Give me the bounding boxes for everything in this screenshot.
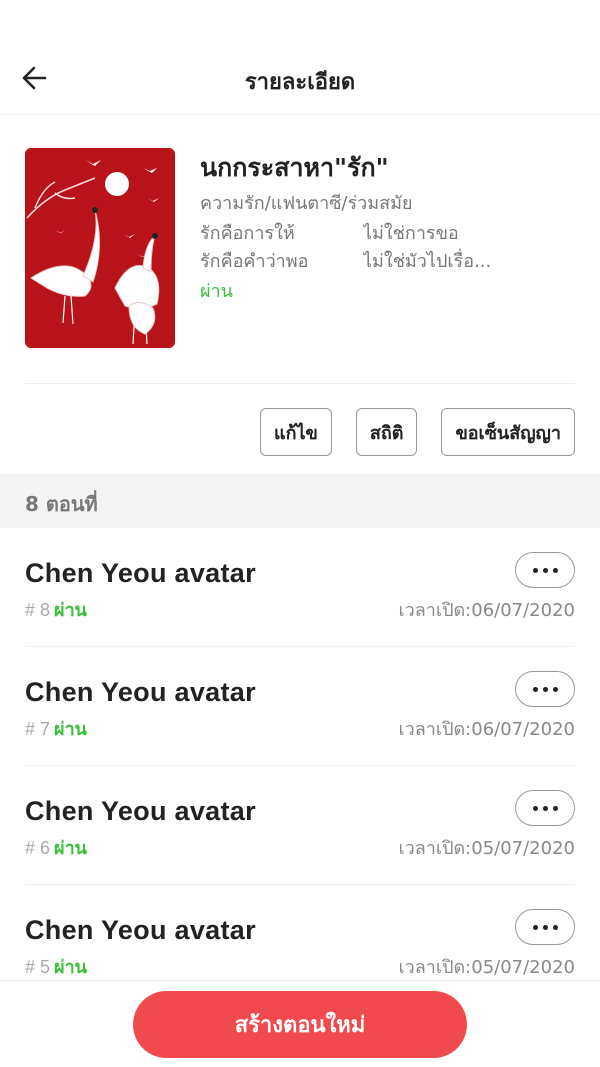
chapter-status: ผ่าน: [54, 600, 87, 621]
chapter-date: เวลาเปิด:05/07/2020: [398, 957, 575, 978]
more-options-button[interactable]: [515, 671, 575, 707]
chapter-meta: # 7 ผ่าน: [25, 714, 87, 743]
edit-button[interactable]: แก้ไข: [260, 408, 332, 456]
more-dots-icon: [542, 567, 548, 573]
chapter-status: ผ่าน: [54, 957, 87, 978]
chapter-meta: # 8 ผ่าน: [25, 595, 87, 624]
chapter-count: 8 ตอนที่: [25, 492, 98, 516]
stats-button[interactable]: สถิติ: [355, 408, 418, 456]
chapter-title: Chen Yeou avatar: [25, 915, 256, 945]
book-status-badge: ผ่าน: [200, 281, 233, 302]
chapter-meta: # 6 ผ่าน: [25, 833, 87, 862]
book-tag: ไม่ใช่การขอ: [363, 223, 459, 244]
chapter-title: Chen Yeou avatar: [25, 558, 256, 588]
chapter-title: Chen Yeou avatar: [25, 796, 256, 826]
book-summary: นกกระสาหา"รัก" ความรัก/แฟนตาซี/ร่วมสมัย …: [25, 148, 575, 348]
chapter-date: เวลาเปิด:06/07/2020: [398, 719, 575, 740]
more-dots-icon: [532, 567, 538, 573]
more-options-button[interactable]: [515, 790, 575, 826]
more-dots-icon: [532, 924, 538, 930]
crane-artwork-icon: [25, 148, 175, 348]
chapter-date: เวลาเปิด:06/07/2020: [398, 600, 575, 621]
chapter-status: ผ่าน: [54, 719, 87, 740]
header-bar: รายละเอียด: [0, 40, 600, 115]
book-tag: รักคือคำว่าพอ: [200, 251, 309, 272]
chapter-status: ผ่าน: [54, 838, 87, 859]
chapter-number: # 5: [25, 957, 51, 977]
divider: [25, 383, 575, 384]
more-dots-icon: [542, 924, 548, 930]
book-title: นกกระสาหา"รัก": [200, 153, 389, 182]
chapter-meta: # 5 ผ่าน: [25, 952, 87, 981]
chapter-number: # 8: [25, 600, 51, 620]
more-dots-icon: [542, 686, 548, 692]
book-info: นกกระสาหา"รัก" ความรัก/แฟนตาซี/ร่วมสมัย …: [200, 150, 575, 306]
more-dots-icon: [542, 805, 548, 811]
more-dots-icon: [552, 924, 558, 930]
book-cover-image[interactable]: [25, 148, 175, 348]
chapter-number: # 6: [25, 838, 51, 858]
create-chapter-button[interactable]: สร้างตอนใหม่: [133, 991, 467, 1058]
book-tag: รักคือการให้: [200, 223, 295, 244]
bottom-bar: สร้างตอนใหม่: [0, 980, 600, 1067]
more-dots-icon: [532, 686, 538, 692]
list-item[interactable]: Chen Yeou avatar # 6 ผ่าน เวลาเปิด:05/07/…: [25, 766, 575, 885]
chapter-date: เวลาเปิด:05/07/2020: [398, 838, 575, 859]
more-dots-icon: [552, 686, 558, 692]
list-item[interactable]: Chen Yeou avatar # 8 ผ่าน เวลาเปิด:06/07/…: [25, 528, 575, 647]
page-title: รายละเอียด: [244, 70, 356, 95]
book-tag: ไม่ใช่มัวไปเรื่อ...: [363, 251, 492, 272]
book-actions: แก้ไข สถิติ ขอเซ็นสัญญา: [260, 408, 575, 456]
book-tags: รักคือการให้ ไม่ใช่การขอ รักคือคำว่าพอ ไ…: [200, 220, 575, 276]
more-options-button[interactable]: [515, 552, 575, 588]
more-dots-icon: [532, 805, 538, 811]
more-dots-icon: [552, 805, 558, 811]
list-item[interactable]: Chen Yeou avatar # 7 ผ่าน เวลาเปิด:06/07/…: [25, 647, 575, 766]
chapter-title: Chen Yeou avatar: [25, 677, 256, 707]
chapter-number: # 7: [25, 719, 51, 739]
chapter-count-bar: 8 ตอนที่: [0, 474, 600, 528]
more-dots-icon: [552, 567, 558, 573]
more-options-button[interactable]: [515, 909, 575, 945]
request-contract-button[interactable]: ขอเซ็นสัญญา: [441, 408, 575, 456]
book-genre: ความรัก/แฟนตาซี/ร่วมสมัย: [200, 193, 413, 214]
